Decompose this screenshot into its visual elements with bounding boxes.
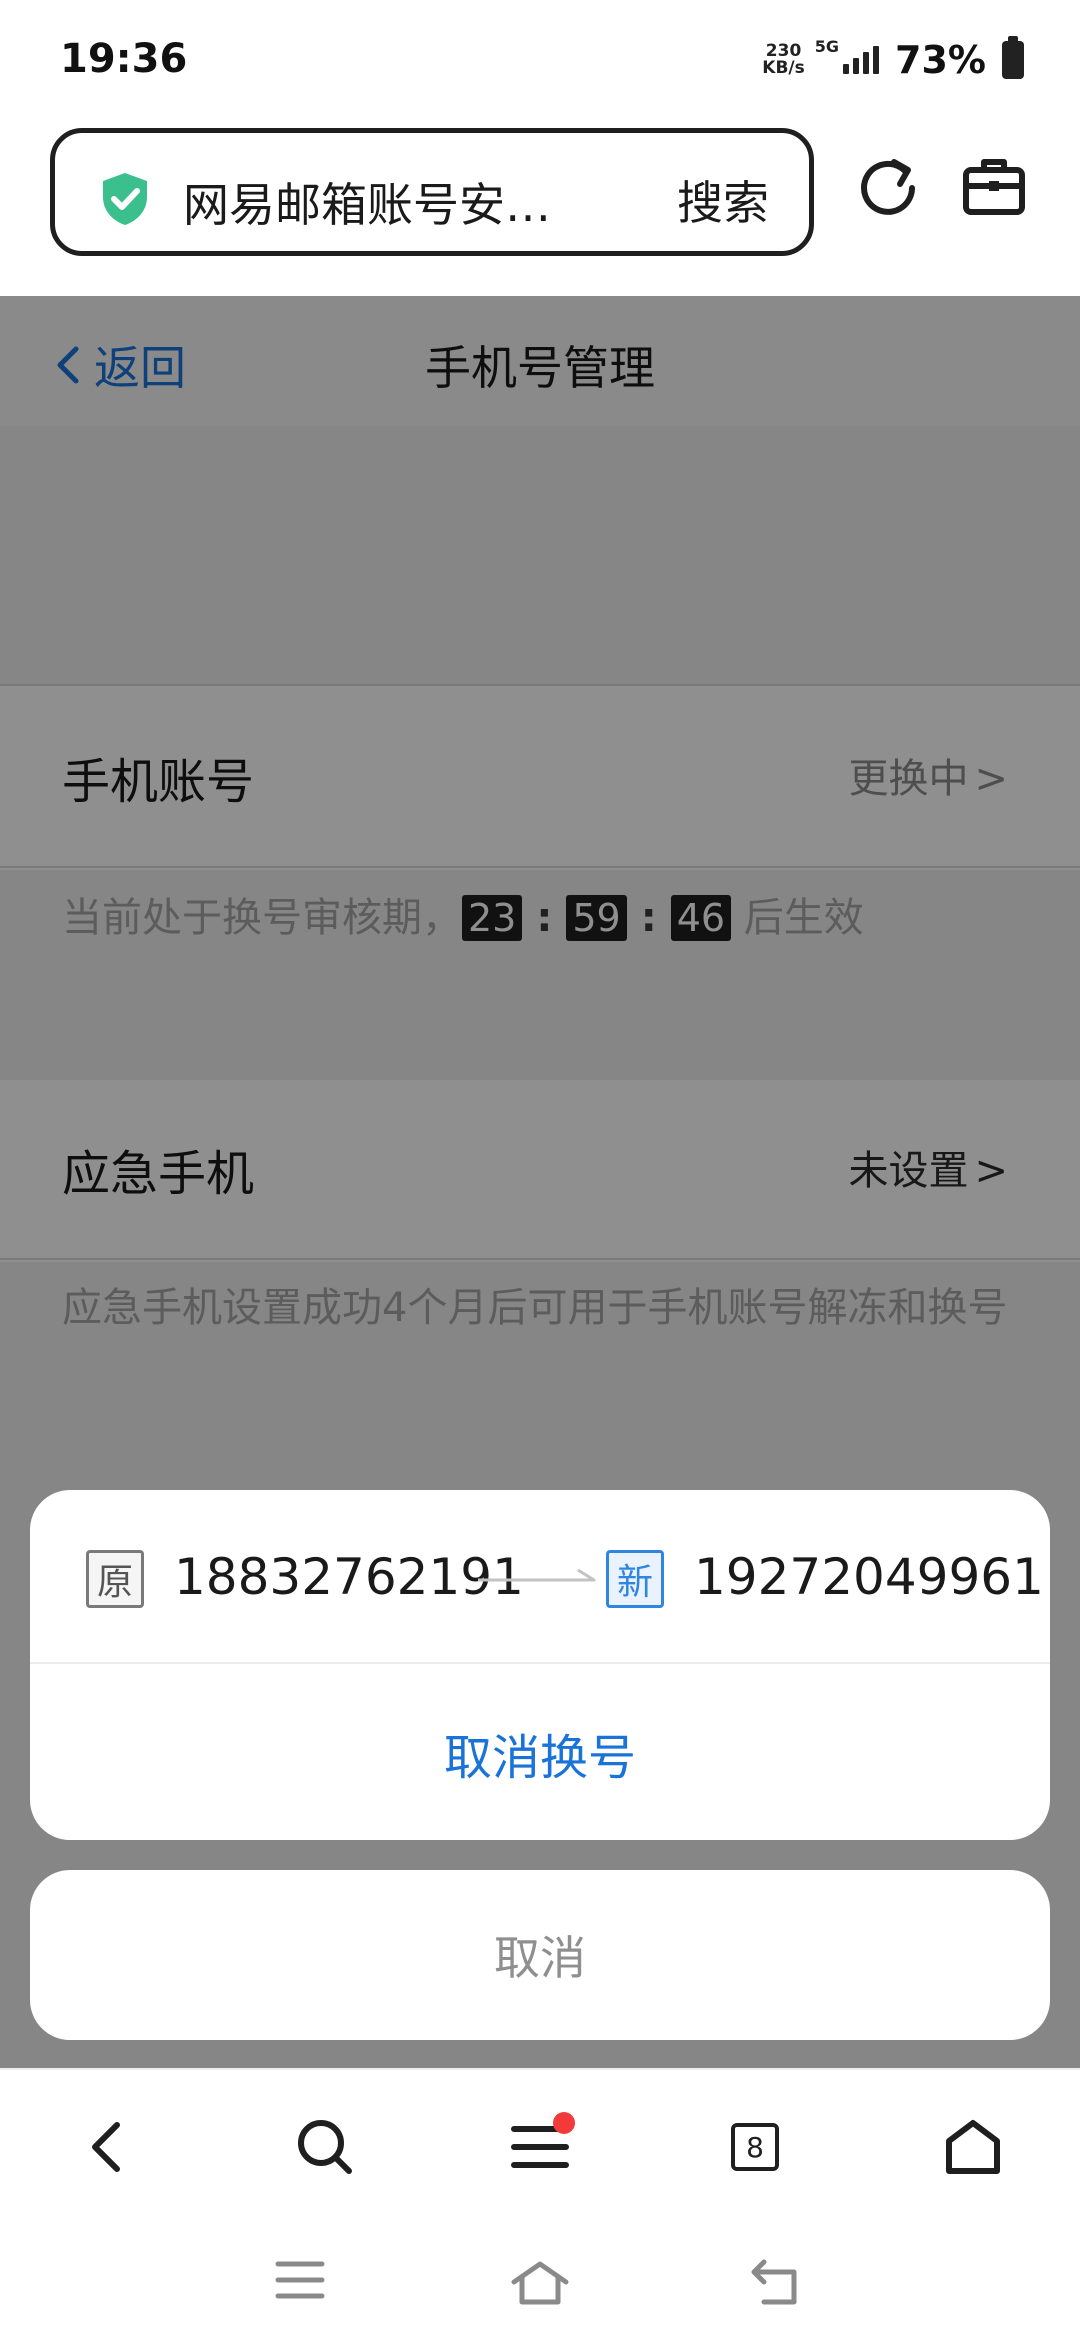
change-number-sheet: 原 18832762191 新 19272049961 取消换号 bbox=[30, 1490, 1050, 1840]
battery-percent: 73% bbox=[895, 38, 986, 82]
new-phone-number: 19272049961 bbox=[694, 1548, 1044, 1606]
menu-icon[interactable] bbox=[505, 2112, 575, 2182]
new-number-tag: 新 bbox=[606, 1550, 664, 1608]
cancel-button[interactable]: 取消 bbox=[30, 1870, 1050, 2040]
signal-icon: 5G bbox=[815, 37, 880, 74]
status-time: 19:36 bbox=[60, 36, 188, 82]
status-indicators: 230 KB/s 5G 73% bbox=[762, 36, 1024, 82]
recents-icon[interactable] bbox=[274, 2258, 326, 2306]
back-icon[interactable] bbox=[750, 2258, 806, 2310]
search-button[interactable]: 搜索 bbox=[677, 167, 769, 233]
address-bar[interactable]: 网易邮箱账号安… 搜索 bbox=[50, 128, 814, 256]
arrow-right-icon bbox=[476, 1566, 600, 1592]
network-type: 5G bbox=[814, 37, 840, 56]
notification-dot bbox=[553, 2112, 575, 2134]
battery-icon bbox=[1002, 36, 1024, 79]
shield-check-icon bbox=[99, 171, 151, 231]
signal-bar bbox=[863, 52, 870, 74]
old-phone-number: 18832762191 bbox=[174, 1548, 524, 1606]
toolbox-icon[interactable] bbox=[962, 156, 1026, 220]
tab-count: 8 bbox=[731, 2123, 779, 2171]
browser-bottom-toolbar: 8 bbox=[0, 2068, 1080, 2218]
page-title-in-address-bar[interactable]: 网易邮箱账号安… bbox=[183, 169, 603, 235]
home-icon[interactable] bbox=[938, 2112, 1008, 2182]
search-icon[interactable] bbox=[290, 2112, 360, 2182]
signal-bar bbox=[853, 58, 860, 74]
network-speed-unit: KB/s bbox=[762, 58, 805, 78]
signal-bar bbox=[843, 64, 850, 74]
old-number-tag: 原 bbox=[86, 1550, 144, 1608]
browser-toolbar: 网易邮箱账号安… 搜索 bbox=[0, 120, 1080, 296]
cancel-number-change-button[interactable]: 取消换号 bbox=[30, 1666, 1050, 1840]
tabs-icon[interactable]: 8 bbox=[720, 2112, 790, 2182]
refresh-icon[interactable] bbox=[856, 154, 920, 222]
status-bar: 19:36 230 KB/s 5G 73% bbox=[0, 0, 1080, 120]
home-icon[interactable] bbox=[510, 2258, 570, 2310]
back-icon[interactable] bbox=[72, 2112, 142, 2182]
signal-bar bbox=[873, 46, 880, 74]
network-speed: 230 KB/s bbox=[762, 43, 804, 77]
number-change-summary: 原 18832762191 新 19272049961 bbox=[30, 1490, 1050, 1664]
system-navigation-bar bbox=[0, 2218, 1080, 2344]
